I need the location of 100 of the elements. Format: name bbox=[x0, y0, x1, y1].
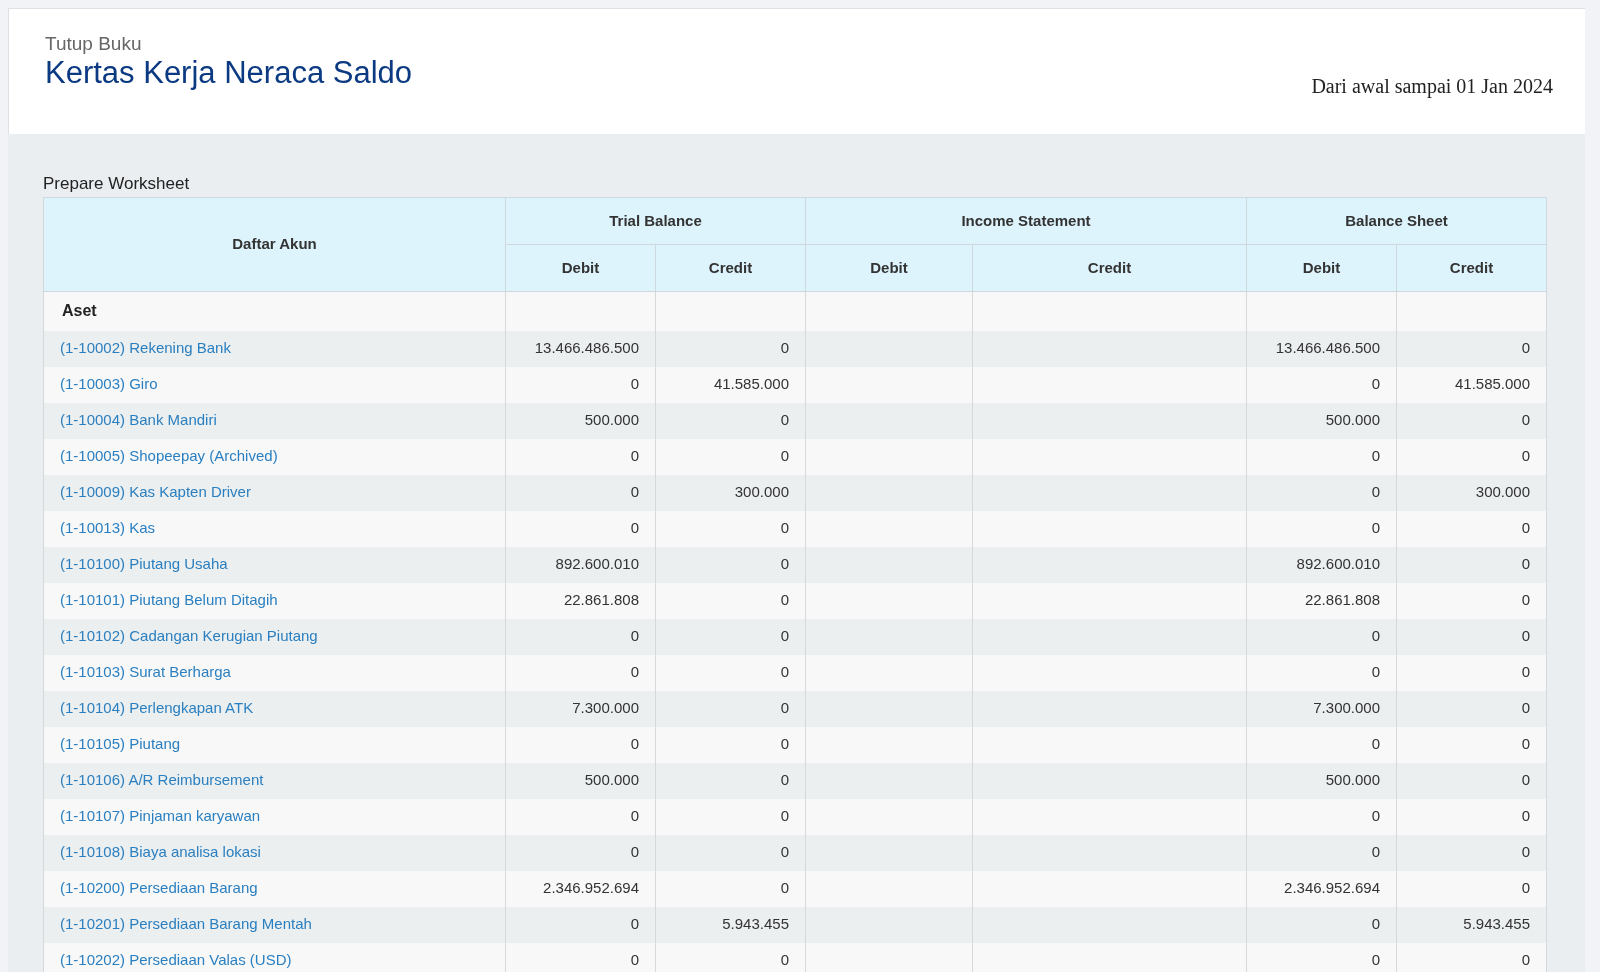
amount-cell: 0 bbox=[1396, 330, 1547, 367]
amount-cell: 300.000 bbox=[655, 474, 806, 511]
amount-cell: 22.861.808 bbox=[1246, 582, 1397, 619]
amount-cell: 0 bbox=[655, 438, 806, 475]
account-link[interactable]: (1-10004) Bank Mandiri bbox=[60, 411, 217, 429]
amount-cell: 0 bbox=[655, 654, 806, 691]
amount-cell: 0 bbox=[655, 546, 806, 583]
amount-cell: 0 bbox=[1246, 366, 1397, 403]
column-header: Credit bbox=[1396, 244, 1547, 292]
amount-cell: 0 bbox=[655, 762, 806, 799]
amount-cell: 0 bbox=[1246, 942, 1397, 972]
amount-cell: 0 bbox=[1246, 618, 1397, 655]
amount-cell: 0 bbox=[505, 906, 656, 943]
amount-cell: 0 bbox=[655, 726, 806, 763]
amount-cell: 0 bbox=[655, 690, 806, 727]
column-group-header: Income Statement bbox=[805, 197, 1247, 245]
account-link[interactable]: (1-10100) Piutang Usaha bbox=[60, 555, 228, 573]
account-link[interactable]: (1-10013) Kas bbox=[60, 519, 156, 537]
amount-cell: 0 bbox=[1246, 474, 1397, 511]
amount-cell: 0 bbox=[505, 474, 656, 511]
account-link[interactable]: (1-10108) Biaya analisa lokasi bbox=[60, 843, 261, 861]
amount-cell: 0 bbox=[505, 654, 656, 691]
amount-cell: 500.000 bbox=[505, 762, 656, 799]
column-header: Credit bbox=[972, 244, 1247, 292]
amount-cell: 0 bbox=[1396, 762, 1547, 799]
account-link[interactable]: (1-10102) Cadangan Kerugian Piutang bbox=[60, 627, 318, 645]
amount-cell: 0 bbox=[505, 798, 656, 835]
amount-cell: 500.000 bbox=[505, 402, 656, 439]
section-title: Prepare Worksheet bbox=[43, 174, 191, 194]
amount-cell: 500.000 bbox=[1246, 762, 1397, 799]
column-header: Debit bbox=[805, 244, 973, 292]
amount-cell: 0 bbox=[1396, 942, 1547, 972]
amount-cell: 0 bbox=[505, 618, 656, 655]
column-header: Credit bbox=[655, 244, 806, 292]
amount-cell: 892.600.010 bbox=[1246, 546, 1397, 583]
amount-cell: 0 bbox=[1396, 726, 1547, 763]
amount-cell: 500.000 bbox=[1246, 402, 1397, 439]
amount-cell: 0 bbox=[1246, 906, 1397, 943]
amount-cell: 0 bbox=[1396, 870, 1547, 907]
amount-cell: 0 bbox=[655, 582, 806, 619]
breadcrumb: Tutup Buku bbox=[45, 33, 143, 55]
amount-cell: 892.600.010 bbox=[505, 546, 656, 583]
amount-cell: 0 bbox=[505, 942, 656, 972]
account-link[interactable]: (1-10103) Surat Berharga bbox=[60, 663, 231, 681]
column-header: Debit bbox=[1246, 244, 1397, 292]
account-link[interactable]: (1-10201) Persediaan Barang Mentah bbox=[60, 915, 312, 933]
account-link[interactable]: (1-10002) Rekening Bank bbox=[60, 339, 231, 357]
amount-cell: 13.466.486.500 bbox=[505, 330, 656, 367]
account-link[interactable]: (1-10009) Kas Kapten Driver bbox=[60, 483, 251, 501]
amount-cell: 0 bbox=[505, 438, 656, 475]
amount-cell: 0 bbox=[1246, 510, 1397, 547]
amount-cell: 0 bbox=[1396, 834, 1547, 871]
amount-cell: 0 bbox=[1246, 438, 1397, 475]
amount-cell: 0 bbox=[1396, 582, 1547, 619]
column-group-header: Trial Balance bbox=[505, 197, 806, 245]
amount-cell: 2.346.952.694 bbox=[1246, 870, 1397, 907]
amount-cell: 0 bbox=[655, 510, 806, 547]
amount-cell: 0 bbox=[1396, 402, 1547, 439]
amount-cell: 7.300.000 bbox=[1246, 690, 1397, 727]
amount-cell: 300.000 bbox=[1396, 474, 1547, 511]
account-link[interactable]: (1-10005) Shopeepay (Archived) bbox=[60, 447, 278, 465]
account-link[interactable]: (1-10106) A/R Reimbursement bbox=[60, 771, 264, 789]
amount-cell: 0 bbox=[505, 726, 656, 763]
amount-cell: 0 bbox=[505, 366, 656, 403]
amount-cell: 41.585.000 bbox=[655, 366, 806, 403]
account-link[interactable]: (1-10105) Piutang bbox=[60, 735, 181, 753]
amount-cell: 0 bbox=[655, 402, 806, 439]
amount-cell: 13.466.486.500 bbox=[1246, 330, 1397, 367]
page-title: Kertas Kerja Neraca Saldo bbox=[45, 55, 413, 91]
column-header: Daftar Akun bbox=[43, 197, 506, 292]
amount-cell: 5.943.455 bbox=[655, 906, 806, 943]
account-link[interactable]: (1-10003) Giro bbox=[60, 375, 158, 393]
amount-cell: 0 bbox=[1246, 654, 1397, 691]
amount-cell: 0 bbox=[655, 618, 806, 655]
account-link[interactable]: (1-10200) Persediaan Barang bbox=[60, 879, 258, 897]
amount-cell: 22.861.808 bbox=[505, 582, 656, 619]
amount-cell: 0 bbox=[655, 834, 806, 871]
period-text: Dari awal sampai 01 Jan 2024 bbox=[1311, 74, 1553, 97]
amount-cell: 5.943.455 bbox=[1396, 906, 1547, 943]
amount-cell: 0 bbox=[505, 510, 656, 547]
amount-cell: 0 bbox=[505, 834, 656, 871]
column-header: Debit bbox=[505, 244, 656, 292]
amount-cell: 0 bbox=[1396, 510, 1547, 547]
account-link[interactable]: (1-10104) Perlengkapan ATK bbox=[60, 699, 254, 717]
amount-cell: 41.585.000 bbox=[1396, 366, 1547, 403]
amount-cell: 0 bbox=[655, 870, 806, 907]
amount-cell: 0 bbox=[655, 330, 806, 367]
account-link[interactable]: (1-10107) Pinjaman karyawan bbox=[60, 807, 261, 825]
amount-cell: 0 bbox=[1396, 546, 1547, 583]
amount-cell: 0 bbox=[655, 798, 806, 835]
section-label: Aset bbox=[43, 291, 506, 331]
amount-cell: 7.300.000 bbox=[505, 690, 656, 727]
account-link[interactable]: (1-10202) Persediaan Valas (USD) bbox=[60, 951, 292, 969]
amount-cell: 0 bbox=[1246, 726, 1397, 763]
account-link[interactable]: (1-10101) Piutang Belum Ditagih bbox=[60, 591, 278, 609]
amount-cell: 0 bbox=[1396, 654, 1547, 691]
amount-cell: 0 bbox=[1396, 690, 1547, 727]
amount-cell: 0 bbox=[1246, 798, 1397, 835]
column-group-header: Balance Sheet bbox=[1246, 197, 1547, 245]
amount-cell: 0 bbox=[1396, 438, 1547, 475]
